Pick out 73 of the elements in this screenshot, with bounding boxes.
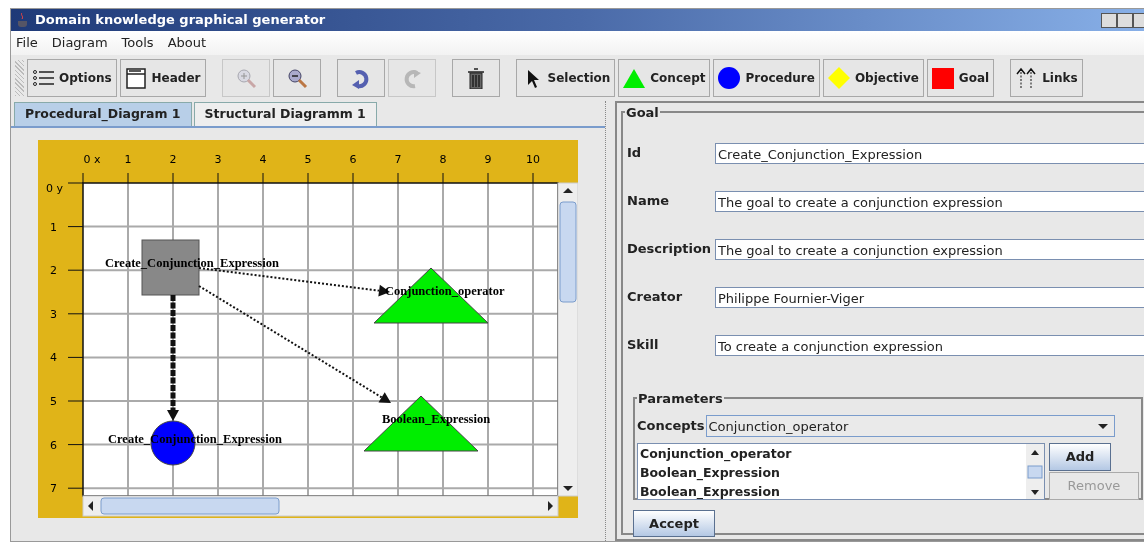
ruler-label: 6 bbox=[349, 153, 357, 166]
options-button[interactable]: Options bbox=[27, 59, 117, 97]
ruler-label: 0 x bbox=[83, 153, 101, 166]
text-field[interactable]: To create a conjunction expression bbox=[715, 334, 1144, 356]
tab[interactable]: Procedural_Diagram 1 bbox=[14, 102, 192, 126]
ruler-label: 1 bbox=[124, 153, 132, 166]
menu-item[interactable]: About bbox=[167, 33, 207, 53]
field-label: Skill bbox=[627, 336, 660, 355]
text-field[interactable]: The goal to create a conjunction expression bbox=[715, 238, 1144, 260]
list-item[interactable]: Conjunction_operator bbox=[640, 444, 792, 463]
concepts-dropdown[interactable]: Conjunction_operator bbox=[705, 415, 1115, 437]
ruler-label: 10 bbox=[526, 153, 540, 166]
vertical-scrollbar[interactable] bbox=[557, 182, 578, 497]
ruler-label: 7 bbox=[394, 153, 402, 166]
field-label: Creator bbox=[627, 288, 684, 307]
delete-button[interactable] bbox=[451, 59, 500, 97]
ruler-label: 2 bbox=[50, 264, 57, 278]
zoom-out-button[interactable] bbox=[272, 59, 321, 97]
accept-button[interactable]: Accept bbox=[633, 510, 715, 537]
ruler-label: 7 bbox=[50, 482, 57, 496]
field-label: Concepts bbox=[637, 417, 705, 436]
dropdown-arrow-icon bbox=[1098, 424, 1108, 429]
tab[interactable]: Structural Diagramm 1 bbox=[193, 102, 377, 126]
menu-item[interactable]: Tools bbox=[121, 33, 154, 53]
zoom-in-icon bbox=[234, 67, 257, 89]
diamond-icon bbox=[827, 67, 850, 89]
window-icon bbox=[124, 67, 147, 89]
list-item[interactable]: Boolean_Expression bbox=[640, 482, 780, 499]
arrows-icon bbox=[1015, 67, 1038, 89]
ruler-label: 0 y bbox=[46, 182, 63, 195]
list-item[interactable]: Boolean_Expression bbox=[640, 463, 780, 482]
selection-button[interactable]: Selection bbox=[515, 59, 616, 97]
list-action-button[interactable]: Add bbox=[1049, 443, 1111, 471]
text-field[interactable]: Philippe Fournier-Viger bbox=[715, 286, 1144, 308]
menu-item[interactable]: File bbox=[16, 33, 38, 53]
toolbar-grip[interactable] bbox=[15, 60, 24, 96]
concepts-list[interactable]: Conjunction_operator Boolean_Expression Boolean_Expression bbox=[637, 443, 1045, 500]
maximize-button[interactable] bbox=[1117, 12, 1133, 28]
objective-button[interactable]: Objective bbox=[822, 59, 924, 97]
ruler-label: 3 bbox=[214, 153, 222, 166]
scrollbar[interactable] bbox=[1026, 444, 1044, 499]
text-field[interactable]: Create_Conjunction_Expression bbox=[715, 142, 1144, 164]
minimize-button[interactable] bbox=[1101, 12, 1117, 28]
goal-button[interactable]: Goal bbox=[926, 59, 995, 97]
field-label: Id bbox=[627, 144, 643, 163]
square-icon bbox=[931, 67, 954, 89]
links-button[interactable]: Links bbox=[1010, 59, 1083, 97]
procedure-button[interactable]: Procedure bbox=[713, 59, 820, 97]
list-icon bbox=[32, 67, 54, 89]
close-button[interactable] bbox=[1133, 12, 1144, 28]
ruler-label: 9 bbox=[484, 153, 492, 166]
header-button[interactable]: Header bbox=[119, 59, 206, 97]
ruler-label: 5 bbox=[304, 153, 312, 166]
ruler-label: 2 bbox=[169, 153, 177, 166]
triangle-icon bbox=[623, 67, 646, 89]
ruler-label: 3 bbox=[50, 307, 57, 321]
ruler-label: 6 bbox=[50, 438, 57, 452]
ruler-label: 5 bbox=[50, 395, 57, 408]
field-label: Description bbox=[627, 240, 713, 259]
link-arrow[interactable] bbox=[167, 295, 179, 421]
concept-button[interactable]: Concept bbox=[618, 59, 711, 97]
zoom-out-icon bbox=[285, 67, 308, 89]
undo-button[interactable] bbox=[336, 59, 385, 97]
menu-item[interactable]: Diagram bbox=[51, 33, 108, 53]
ruler-label: 4 bbox=[50, 351, 57, 365]
ruler-label: 8 bbox=[439, 153, 447, 166]
horizontal-scrollbar[interactable] bbox=[82, 495, 559, 517]
field-label: Name bbox=[627, 192, 670, 211]
ruler-label: 4 bbox=[259, 153, 267, 166]
text-field[interactable]: The goal to create a conjunction expression bbox=[715, 190, 1144, 212]
ruler-label: 1 bbox=[50, 220, 57, 234]
window-title: Domain knowledge graphical generator bbox=[35, 11, 326, 30]
circle-icon bbox=[718, 67, 741, 89]
